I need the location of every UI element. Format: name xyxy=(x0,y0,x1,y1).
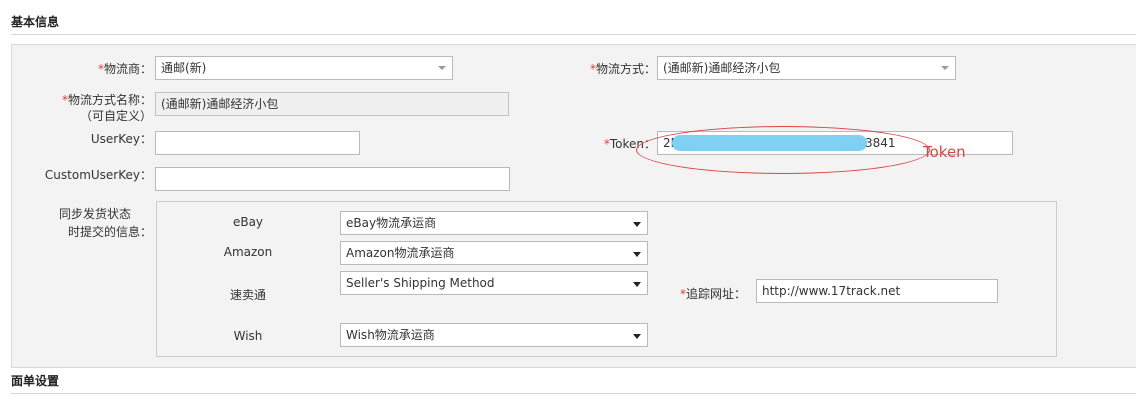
token-highlight-ellipse xyxy=(636,126,930,174)
chevron-down-icon xyxy=(633,222,641,227)
carrier-label: *物流商： xyxy=(97,62,152,76)
shipping-method-name-label: *物流方式名称： xyxy=(61,93,152,107)
shipping-method-label: *物流方式： xyxy=(589,62,656,76)
aliexpress-shipping-select[interactable]: Seller's Shipping Method xyxy=(340,271,648,295)
shipping-method-select[interactable]: (通邮新)通邮经济小包 xyxy=(657,56,956,80)
chevron-down-icon xyxy=(941,66,949,70)
token-annotation-text: Token xyxy=(923,143,966,161)
section-title-basic-info: 基本信息 xyxy=(11,15,60,29)
shipping-method-name-field[interactable]: (通邮新)通邮经济小包 xyxy=(155,92,509,116)
custom-userkey-input[interactable] xyxy=(155,167,510,191)
platform-label-wish: Wish xyxy=(233,329,263,343)
amazon-carrier-select[interactable]: Amazon物流承运商 xyxy=(340,241,648,265)
section-divider xyxy=(11,34,1136,35)
custom-userkey-label: CustomUserKey： xyxy=(44,168,152,182)
chevron-down-icon xyxy=(438,66,446,70)
section-title-form-settings: 面单设置 xyxy=(11,374,60,388)
carrier-select[interactable]: 通邮(新) xyxy=(155,56,453,80)
section-divider xyxy=(11,393,1136,394)
sync-info-label-line1: 同步发货状态 xyxy=(58,207,131,221)
ebay-carrier-select[interactable]: eBay物流承运商 xyxy=(340,211,648,235)
userkey-input[interactable] xyxy=(155,131,360,155)
tracking-url-label: *追踪网址： xyxy=(679,287,746,301)
sync-info-label-line2: 时提交的信息： xyxy=(67,225,152,239)
tracking-url-input[interactable]: http://www.17track.net xyxy=(756,279,998,303)
chevron-down-icon xyxy=(633,282,641,287)
platform-label-aliexpress: 速卖通 xyxy=(229,288,266,302)
platform-label-amazon: Amazon xyxy=(223,245,273,259)
shipping-method-name-hint: （可自定义） xyxy=(79,109,152,123)
userkey-label: UserKey： xyxy=(90,132,152,146)
platform-label-ebay: eBay xyxy=(232,215,264,229)
chevron-down-icon xyxy=(633,334,641,339)
chevron-down-icon xyxy=(633,252,641,257)
wish-carrier-select[interactable]: Wish物流承运商 xyxy=(340,323,648,347)
